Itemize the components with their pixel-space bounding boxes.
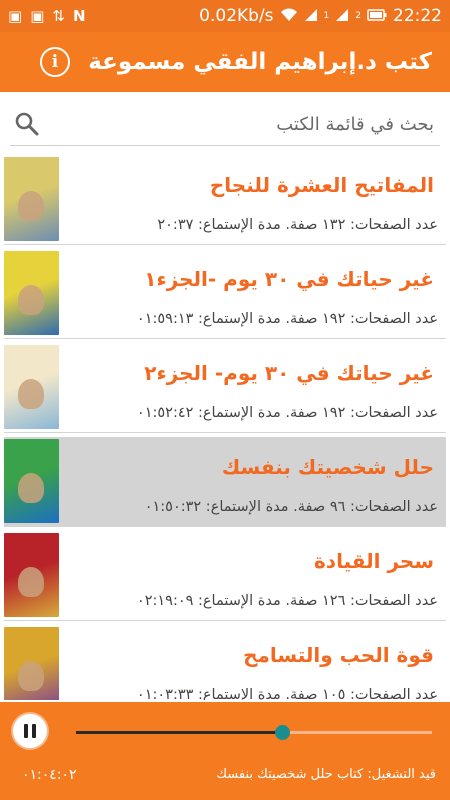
- book-list[interactable]: المفاتيح العشرة للنجاح عدد الصفحات: ١٣٢ ص…: [4, 155, 446, 700]
- book-list-item[interactable]: حلل شخصيتك بنفسك عدد الصفحات: ٩٦ صفة. مدة…: [4, 437, 446, 527]
- clock: 22:22: [393, 6, 442, 26]
- network-speed: 0.02Kb/s: [199, 6, 274, 26]
- book-title: المفاتيح العشرة للنجاح: [209, 173, 434, 197]
- audio-player: ٠١:٠٤:٠٢ قيد التشغيل: كتاب حلل شخصيتك بن…: [0, 702, 450, 800]
- usb-icon: ⇅: [52, 6, 65, 25]
- book-title: سحر القيادة: [314, 549, 434, 573]
- search-bar: [0, 104, 450, 144]
- book-list-item[interactable]: غير حياتك في ٣٠ يوم- الجزء٢ عدد الصفحات: …: [4, 343, 446, 433]
- seek-progress: [76, 731, 283, 734]
- elapsed-time: ٠١:٠٤:٠٢: [22, 767, 77, 783]
- book-meta: عدد الصفحات: ١٢٦ صفة. مدة الإستماع: ٠٢:١…: [136, 593, 438, 609]
- search-underline: [10, 145, 440, 146]
- book-meta: عدد الصفحات: ١٩٢ صفة. مدة الإستماع: ٠١:٥…: [136, 311, 438, 327]
- app-bar: i كتب د.إبراهيم الفقي مسموعة: [0, 32, 450, 92]
- book-list-item[interactable]: قوة الحب والتسامح عدد الصفحات: ١٠٥ صفة. م…: [4, 625, 446, 700]
- book-cover: [4, 533, 59, 617]
- status-notifications: ▣ ▣ ⇅ N: [8, 6, 86, 25]
- search-input[interactable]: [102, 112, 436, 136]
- book-title: حلل شخصيتك بنفسك: [221, 455, 434, 479]
- book-meta: عدد الصفحات: ٩٦ صفة. مدة الإستماع: ٠١:٥٠…: [144, 499, 438, 515]
- signal-icon: [304, 8, 318, 25]
- battery-icon: [367, 8, 387, 24]
- book-cover: [4, 345, 59, 429]
- info-icon: i: [51, 52, 59, 72]
- seek-thumb[interactable]: [275, 725, 291, 740]
- sim1-label: 1: [323, 11, 330, 21]
- info-button[interactable]: i: [40, 47, 70, 77]
- now-playing-label: قيد التشغيل: كتاب حلل شخصيتك بنفسك: [216, 767, 436, 782]
- book-title: غير حياتك في ٣٠ يوم- الجزء٢: [144, 361, 434, 385]
- book-cover: [4, 157, 59, 241]
- book-list-item[interactable]: غير حياتك في ٣٠ يوم -الجزء١ عدد الصفحات: …: [4, 249, 446, 339]
- pause-icon: [24, 724, 36, 738]
- wifi-icon: [280, 8, 298, 25]
- image-icon: ▣: [8, 6, 23, 25]
- signal-icon: [335, 8, 349, 25]
- book-cover: [4, 627, 59, 700]
- sim2-label: 2: [355, 11, 361, 21]
- pause-button[interactable]: [13, 714, 47, 748]
- book-title: قوة الحب والتسامح: [243, 643, 434, 667]
- book-meta: عدد الصفحات: ١٠٥ صفة. مدة الإستماع: ٠١:٠…: [136, 687, 438, 700]
- book-cover: [4, 439, 59, 523]
- status-system: 0.02Kb/s 1 2 22:22: [199, 6, 442, 26]
- status-bar: ▣ ▣ ⇅ N 0.02Kb/s 1 2 22:22: [0, 0, 450, 32]
- app-title: كتب د.إبراهيم الفقي مسموعة: [88, 49, 432, 75]
- book-title: غير حياتك في ٣٠ يوم -الجزء١: [144, 267, 434, 291]
- book-cover: [4, 251, 59, 335]
- book-list-item[interactable]: المفاتيح العشرة للنجاح عدد الصفحات: ١٣٢ ص…: [4, 155, 446, 245]
- seek-bar[interactable]: [76, 725, 432, 740]
- book-meta: عدد الصفحات: ١٣٢ صفة. مدة الإستماع: ٢٠:٣…: [157, 217, 438, 233]
- book-list-item[interactable]: سحر القيادة عدد الصفحات: ١٢٦ صفة. مدة الإ…: [4, 531, 446, 621]
- search-icon[interactable]: [14, 111, 40, 137]
- n-icon: N: [72, 6, 86, 25]
- image-icon: ▣: [30, 6, 45, 25]
- book-meta: عدد الصفحات: ١٩٢ صفة. مدة الإستماع: ٠١:٥…: [136, 405, 438, 421]
